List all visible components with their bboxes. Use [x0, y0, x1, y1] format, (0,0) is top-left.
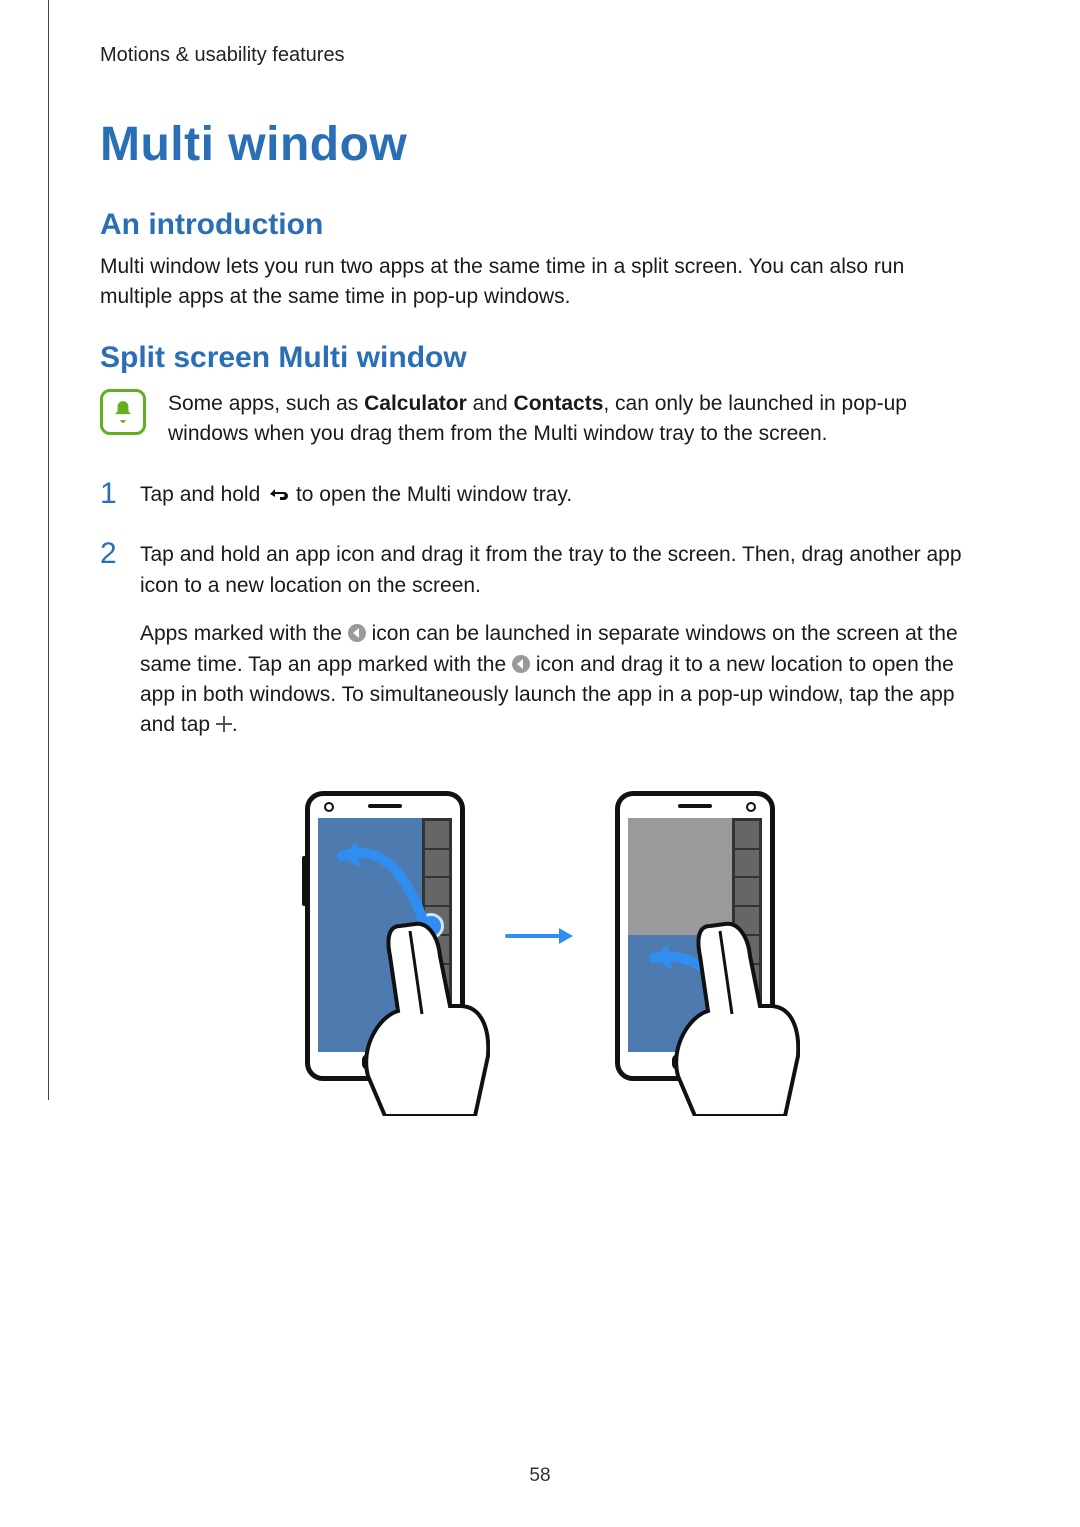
drag-arrow-icon	[324, 828, 434, 938]
section-heading-intro: An introduction	[100, 208, 980, 242]
steps-list: 1 Tap and hold to open the Multi window …	[100, 480, 980, 741]
intro-body: Multi window lets you run two apps at th…	[100, 252, 980, 313]
margin-rule	[48, 0, 49, 1100]
illustration-row	[100, 771, 980, 1101]
back-key-icon	[266, 482, 290, 500]
touch-point-icon	[418, 913, 444, 939]
page-number: 58	[0, 1465, 1080, 1487]
drag-arrow-icon	[642, 928, 742, 1028]
step-2-extra-post: .	[232, 713, 238, 736]
note-app-calculator: Calculator	[364, 392, 467, 415]
note-bell-icon	[100, 389, 146, 435]
step-2-extra: Apps marked with the icon can be launche…	[140, 619, 980, 741]
multi-instance-icon	[512, 655, 530, 673]
touch-point-icon	[728, 998, 754, 1024]
step-2-extra-pre: Apps marked with the	[140, 622, 348, 645]
plus-icon	[216, 716, 232, 732]
running-head: Motions & usability features	[100, 44, 980, 67]
step-number-2: 2	[100, 532, 117, 576]
step-1-pre: Tap and hold	[140, 483, 266, 506]
note-text-pre: Some apps, such as	[168, 392, 364, 415]
note-app-contacts: Contacts	[514, 392, 604, 415]
illustration-phone-split-result	[615, 791, 775, 1081]
page-title: Multi window	[100, 117, 980, 172]
manual-page: Motions & usability features Multi windo…	[0, 0, 1080, 1527]
step-1: 1 Tap and hold to open the Multi window …	[100, 480, 980, 510]
note-text: Some apps, such as Calculator and Contac…	[168, 389, 980, 450]
illustration-phone-drag-from-tray	[305, 791, 465, 1081]
step-2-line1: Tap and hold an app icon and drag it fro…	[140, 543, 962, 596]
section-heading-split: Split screen Multi window	[100, 341, 980, 375]
multi-instance-icon	[348, 624, 366, 642]
note-text-mid: and	[467, 392, 514, 415]
step-2: 2 Tap and hold an app icon and drag it f…	[100, 540, 980, 741]
sequence-arrow-icon	[505, 926, 575, 946]
note-row: Some apps, such as Calculator and Contac…	[100, 389, 980, 450]
step-number-1: 1	[100, 472, 117, 516]
step-1-post: to open the Multi window tray.	[290, 483, 572, 506]
